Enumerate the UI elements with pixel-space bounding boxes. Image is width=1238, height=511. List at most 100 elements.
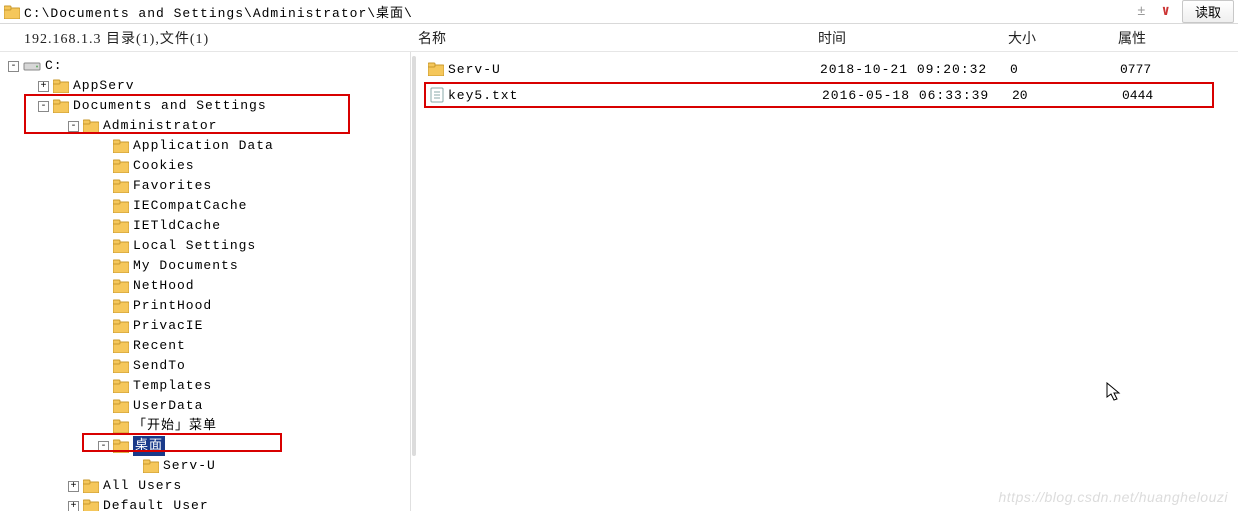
tree-node-label[interactable]: NetHood bbox=[133, 276, 195, 296]
tree-node-label[interactable]: IECompatCache bbox=[133, 196, 247, 216]
expander-blank bbox=[98, 201, 109, 212]
col-header-time[interactable]: 时间 bbox=[818, 28, 1008, 48]
folder-icon bbox=[4, 5, 20, 19]
expander-blank bbox=[98, 241, 109, 252]
expander-blank bbox=[98, 401, 109, 412]
tree-node[interactable]: + All Users bbox=[8, 476, 410, 496]
file-pane[interactable]: Serv-U2018-10-21 09:20:3200777key5.txt20… bbox=[418, 52, 1238, 511]
tree-node-label[interactable]: IETldCache bbox=[133, 216, 221, 236]
expander-blank bbox=[98, 141, 109, 152]
tree-node[interactable]: IECompatCache bbox=[8, 196, 410, 216]
collapse-icon[interactable]: - bbox=[68, 121, 79, 132]
tree-node-label[interactable]: Templates bbox=[133, 376, 212, 396]
folder-icon bbox=[113, 319, 129, 333]
tree-node-label[interactable]: Local Settings bbox=[133, 236, 256, 256]
tree-node[interactable]: Local Settings bbox=[8, 236, 410, 256]
tree-node-label[interactable]: 「开始」菜单 bbox=[133, 416, 217, 436]
tree-node-label[interactable]: Documents and Settings bbox=[73, 96, 267, 116]
tree-node-label[interactable]: UserData bbox=[133, 396, 203, 416]
tree-node-label[interactable]: AppServ bbox=[73, 76, 135, 96]
tree-node[interactable]: IETldCache bbox=[8, 216, 410, 236]
folder-icon bbox=[113, 199, 129, 213]
col-header-size[interactable]: 大小 bbox=[1008, 28, 1118, 48]
folder-icon bbox=[113, 439, 129, 453]
collapse-icon[interactable]: - bbox=[38, 101, 49, 112]
tree-node[interactable]: UserData bbox=[8, 396, 410, 416]
tree-node[interactable]: Favorites bbox=[8, 176, 410, 196]
tree-node[interactable]: - C: bbox=[8, 56, 410, 76]
file-attr: 0444 bbox=[1122, 88, 1202, 103]
tree-node[interactable]: Recent bbox=[8, 336, 410, 356]
tree-node[interactable]: Cookies bbox=[8, 156, 410, 176]
collapse-icon[interactable]: - bbox=[98, 441, 109, 452]
status-text: 192.168.1.3 目录(1),文件(1) bbox=[0, 28, 418, 48]
tree-node[interactable]: PrintHood bbox=[8, 296, 410, 316]
tree-node-label[interactable]: Administrator bbox=[103, 116, 217, 136]
folder-icon bbox=[113, 399, 129, 413]
tree-node[interactable]: - Documents and Settings bbox=[8, 96, 410, 116]
tree-node[interactable]: Templates bbox=[8, 376, 410, 396]
pane-divider[interactable] bbox=[410, 52, 418, 511]
file-name: Serv-U bbox=[448, 62, 501, 77]
watermark: https://blog.csdn.net/huanghelouzi bbox=[999, 489, 1229, 505]
status-header: 192.168.1.3 目录(1),文件(1) 名称 时间 大小 属性 bbox=[0, 24, 1238, 52]
tree-node-label[interactable]: SendTo bbox=[133, 356, 186, 376]
tree-node[interactable]: NetHood bbox=[8, 276, 410, 296]
expand-icon[interactable]: + bbox=[68, 481, 79, 492]
tree-node[interactable]: - Administrator bbox=[8, 116, 410, 136]
tree-node[interactable]: Application Data bbox=[8, 136, 410, 156]
folder-icon bbox=[113, 239, 129, 253]
tree-node[interactable]: + AppServ bbox=[8, 76, 410, 96]
tree-node[interactable]: Serv-U bbox=[8, 456, 410, 476]
expander-blank bbox=[98, 361, 109, 372]
folder-icon bbox=[113, 139, 129, 153]
tree-node-label[interactable]: Default User bbox=[103, 496, 209, 511]
tree-node-label[interactable]: Serv-U bbox=[163, 456, 216, 476]
tree-node-label[interactable]: Cookies bbox=[133, 156, 195, 176]
titlebar: C:\Documents and Settings\Administrator\… bbox=[0, 0, 1238, 24]
tree-node[interactable]: + Default User bbox=[8, 496, 410, 511]
tree-node-label[interactable]: C: bbox=[45, 56, 63, 76]
tree-node[interactable]: 「开始」菜单 bbox=[8, 416, 410, 436]
expand-icon[interactable]: + bbox=[68, 501, 79, 511]
expand-icon[interactable]: + bbox=[38, 81, 49, 92]
file-row[interactable]: key5.txt2016-05-18 06:33:39200444 bbox=[424, 82, 1214, 108]
folder-icon bbox=[113, 359, 129, 373]
expander-blank bbox=[98, 341, 109, 352]
expander-blank bbox=[98, 181, 109, 192]
expander-blank bbox=[98, 261, 109, 272]
folder-icon bbox=[113, 179, 129, 193]
expander-blank bbox=[98, 421, 109, 432]
tree-node[interactable]: SendTo bbox=[8, 356, 410, 376]
tree-node-label[interactable]: 桌面 bbox=[133, 436, 165, 456]
tree-node-label[interactable]: PrivacIE bbox=[133, 316, 203, 336]
folder-icon bbox=[53, 79, 69, 93]
folder-icon bbox=[113, 159, 129, 173]
collapse-icon[interactable]: - bbox=[8, 61, 19, 72]
tree-node[interactable]: PrivacIE bbox=[8, 316, 410, 336]
folder-icon bbox=[428, 62, 444, 76]
col-header-attr[interactable]: 属性 bbox=[1118, 28, 1198, 48]
file-name: key5.txt bbox=[448, 88, 518, 103]
folder-icon bbox=[143, 459, 159, 473]
tree-node-label[interactable]: PrintHood bbox=[133, 296, 212, 316]
drive-icon bbox=[23, 60, 41, 72]
tree-node-selected[interactable]: - 桌面 bbox=[8, 436, 410, 456]
tree-node-label[interactable]: Recent bbox=[133, 336, 186, 356]
tree-node-label[interactable]: My Documents bbox=[133, 256, 239, 276]
tree-node-label[interactable]: Favorites bbox=[133, 176, 212, 196]
folder-icon bbox=[113, 299, 129, 313]
read-button[interactable]: 读取 bbox=[1182, 0, 1234, 23]
tree-node-label[interactable]: Application Data bbox=[133, 136, 274, 156]
folder-icon bbox=[83, 499, 99, 511]
tree-pane[interactable]: - C: + AppServ - Documents and Settings - Admin… bbox=[0, 52, 410, 511]
folder-icon bbox=[53, 99, 69, 113]
tree-node-label[interactable]: All Users bbox=[103, 476, 182, 496]
col-header-name[interactable]: 名称 bbox=[418, 28, 818, 48]
dropdown-caret-icon[interactable]: ∨ bbox=[1158, 3, 1174, 20]
tree-node[interactable]: My Documents bbox=[8, 256, 410, 276]
file-row[interactable]: Serv-U2018-10-21 09:20:3200777 bbox=[418, 56, 1238, 82]
pin-icon[interactable]: ± bbox=[1133, 4, 1149, 20]
file-attr: 0777 bbox=[1120, 62, 1200, 77]
folder-icon bbox=[113, 219, 129, 233]
